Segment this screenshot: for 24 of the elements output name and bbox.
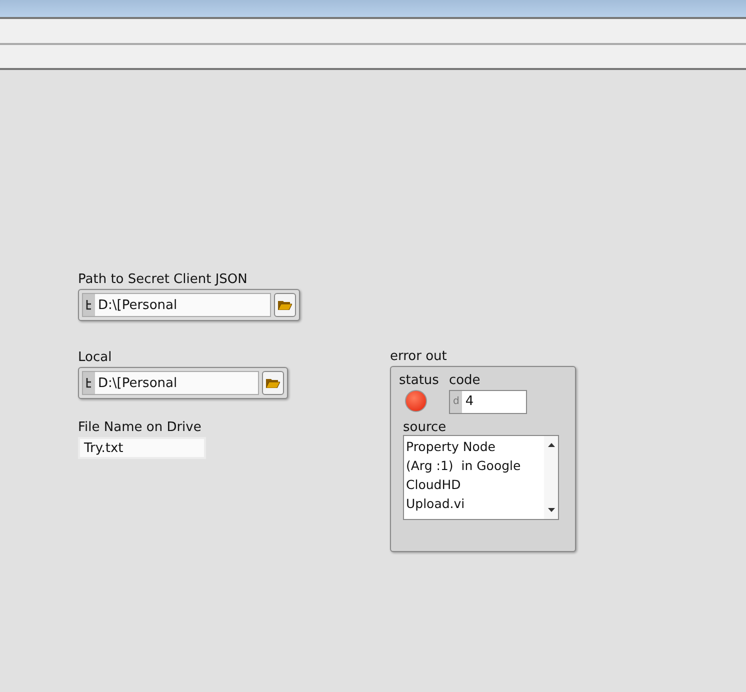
scroll-down-icon[interactable] [548, 508, 554, 512]
status-label: status [399, 373, 439, 388]
path-value: D:\[Personal [97, 298, 178, 312]
scroll-up-icon[interactable] [548, 443, 554, 447]
control-label: Local [78, 350, 113, 365]
source-label: source [403, 420, 448, 435]
path-control[interactable]: D:\[Personal [78, 289, 300, 321]
code-label: code [448, 373, 482, 388]
path-icon [83, 294, 95, 316]
browse-button[interactable] [274, 293, 296, 317]
control-label: Path to Secret Client JSON [78, 272, 248, 287]
folder-icon [266, 378, 280, 388]
string-field[interactable]: Try.txt [78, 437, 206, 459]
path-value: D:\[Personal [97, 376, 178, 390]
source-text: Property Node (Arg :1) in Google CloudHD Upload.vi [405, 438, 522, 513]
control-label: File Name on Drive [78, 420, 202, 435]
folder-icon [278, 300, 292, 310]
path-control[interactable]: D:\[Personal [78, 367, 288, 399]
code-value: 4 [464, 393, 475, 411]
browse-button[interactable] [262, 371, 284, 395]
scroll-bar[interactable] [544, 436, 558, 519]
path-icon [83, 372, 95, 394]
cluster-label: error out [390, 349, 448, 364]
radix-label: d [450, 391, 462, 413]
